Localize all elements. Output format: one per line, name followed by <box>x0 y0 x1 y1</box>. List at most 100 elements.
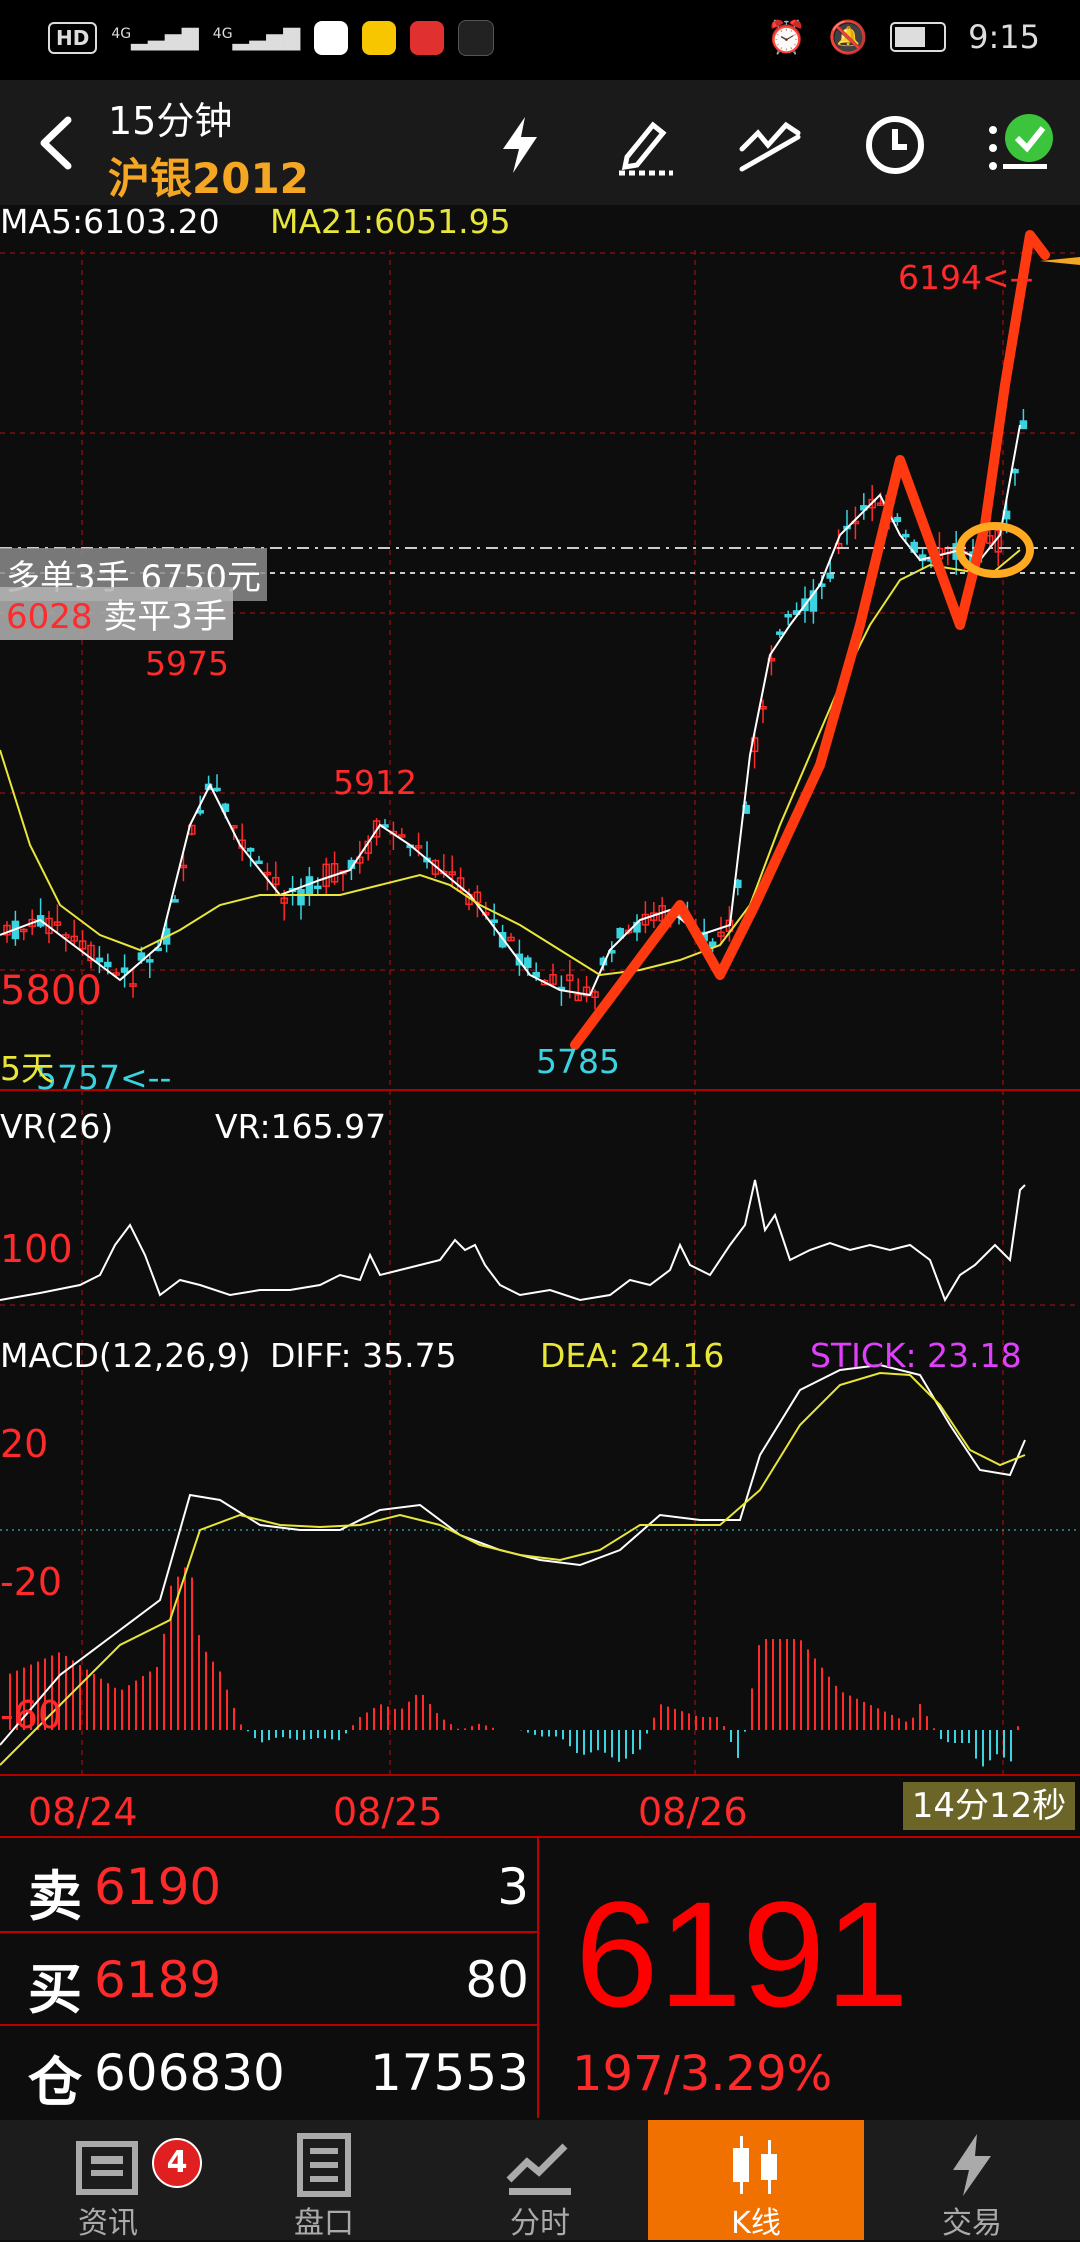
open-interest-row: 仓 606830 17553 <box>0 2024 537 2117</box>
vr-line <box>0 1179 1026 1303</box>
ask-volume: 3 <box>497 1858 529 1916</box>
ask-label: 卖 <box>28 1865 82 1928</box>
app-icon-1 <box>314 21 349 55</box>
macd-level-20: 20 <box>0 1422 49 1466</box>
macd-stick: STICK: 23.18 <box>810 1336 1022 1375</box>
pane-separators <box>0 1089 1080 1776</box>
trade-lightning-icon <box>953 2134 991 2196</box>
days-label: 5天 <box>0 1049 54 1088</box>
bottom-tab-bar: 资讯 4 盘口 分时 K线 交易 <box>0 2120 1080 2241</box>
candle <box>255 860 263 865</box>
battery-icon <box>890 22 947 52</box>
indicator-button[interactable] <box>735 110 805 180</box>
quote-divider <box>537 1838 539 2118</box>
kline-icon <box>733 2136 777 2194</box>
bid-row[interactable]: 买 6189 80 <box>0 1931 537 2026</box>
tab-timeshare-label: 分时 <box>510 2206 570 2241</box>
app-icon-2 <box>362 21 397 55</box>
orderbook-icon <box>297 2133 351 2197</box>
tab-news[interactable]: 资讯 4 <box>0 2120 216 2241</box>
quote-panel: 卖 6190 3 买 6189 80 仓 606830 17553 6191 1… <box>0 1836 1080 2118</box>
macd-name: MACD(12,26,9) <box>0 1336 251 1375</box>
tab-orderbook[interactable]: 盘口 <box>216 2120 432 2241</box>
mute-icon: 🔕 <box>828 18 869 56</box>
price-change: 197/3.29% <box>572 2046 833 2102</box>
lightning-icon <box>503 117 537 173</box>
tiktok-icon <box>458 20 495 56</box>
candle <box>893 516 902 523</box>
x-date-0826: 08/26 <box>638 1790 748 1834</box>
tab-trade-label: 交易 <box>942 2206 1002 2241</box>
macd-dea: DEA: 24.16 <box>540 1336 725 1375</box>
signal-2-icon: 4G▂▃▅▇ <box>212 25 301 51</box>
back-button[interactable] <box>22 108 92 178</box>
ask-row[interactable]: 卖 6190 3 <box>0 1838 537 1933</box>
high-price-marker: 6194<-- <box>898 258 1034 297</box>
bid-volume: 80 <box>465 1951 529 2009</box>
macd-level-neg60: -60 <box>0 1693 63 1737</box>
check-list-icon <box>989 114 1053 170</box>
news-badge: 4 <box>152 2138 202 2188</box>
flash-button[interactable] <box>485 110 555 180</box>
candle <box>146 959 154 963</box>
tab-trade[interactable]: 交易 <box>864 2120 1080 2241</box>
oi-label: 仓 <box>28 2051 82 2114</box>
oi-value: 606830 <box>94 2044 285 2102</box>
candle <box>784 613 792 618</box>
timeshare-icon <box>506 2143 571 2195</box>
candle <box>314 885 322 890</box>
draw-button[interactable] <box>610 110 680 180</box>
ma5-line <box>0 424 1021 997</box>
low-label-5785: 5785 <box>536 1042 620 1081</box>
candle <box>1019 420 1028 430</box>
trendline-icon <box>739 121 801 172</box>
candle <box>120 967 129 973</box>
candle <box>246 847 255 852</box>
signal-1-icon: 4G▂▃▅▇ <box>111 25 199 51</box>
back-arrow-icon <box>40 116 72 170</box>
kline-chart[interactable] <box>0 205 1080 1835</box>
clock-time: 9:15 <box>968 18 1040 56</box>
candle <box>776 631 784 635</box>
vr-value: VR:165.97 <box>215 1107 387 1146</box>
price-level-5800: 5800 <box>0 968 102 1014</box>
candle <box>297 889 305 906</box>
candle <box>902 533 910 538</box>
candle <box>524 957 532 968</box>
contract-name[interactable]: 沪银2012 <box>108 145 309 206</box>
main-grid <box>0 250 1080 1775</box>
close-order-tag[interactable]: 6028 卖平3手 <box>0 587 233 640</box>
tab-timeshare[interactable]: 分时 <box>432 2120 648 2241</box>
last-price: 6191 <box>575 1870 909 2038</box>
peak-label-5975: 5975 <box>145 644 229 683</box>
history-button[interactable] <box>860 110 930 180</box>
candlestick-series <box>3 408 1028 1010</box>
candle <box>213 787 221 792</box>
candle <box>1011 468 1019 474</box>
bid-label: 买 <box>28 1958 82 2021</box>
tab-kline[interactable]: K线 <box>648 2120 864 2241</box>
app-icon-3 <box>410 21 445 55</box>
period-label[interactable]: 15分钟 <box>108 90 232 145</box>
vr-level-100: 100 <box>0 1227 73 1271</box>
macd-diff-line <box>0 1363 1026 1746</box>
status-right: ⏰ 🔕 9:15 <box>766 18 1040 56</box>
ask-price: 6190 <box>94 1858 222 1916</box>
tab-news-label: 资讯 <box>78 2206 138 2241</box>
candle <box>826 572 834 579</box>
candle <box>490 919 498 923</box>
status-left: HD 4G▂▃▅▇ 4G▂▃▅▇ <box>48 20 495 56</box>
macd-diff: DIFF: 35.75 <box>270 1336 457 1375</box>
tab-orderbook-label: 盘口 <box>294 2206 354 2241</box>
clock-icon <box>866 116 924 174</box>
oi-change: 17553 <box>369 2044 529 2102</box>
candle <box>95 957 104 963</box>
peak-label-5912: 5912 <box>333 763 417 802</box>
macd-level-neg20: -20 <box>0 1560 63 1604</box>
news-icon <box>76 2141 138 2195</box>
condition-order-button[interactable] <box>985 110 1055 180</box>
tab-kline-label: K线 <box>731 2206 781 2241</box>
pencil-icon <box>619 121 673 176</box>
candle <box>104 961 112 968</box>
close-order-text: 卖平3手 <box>103 597 227 637</box>
